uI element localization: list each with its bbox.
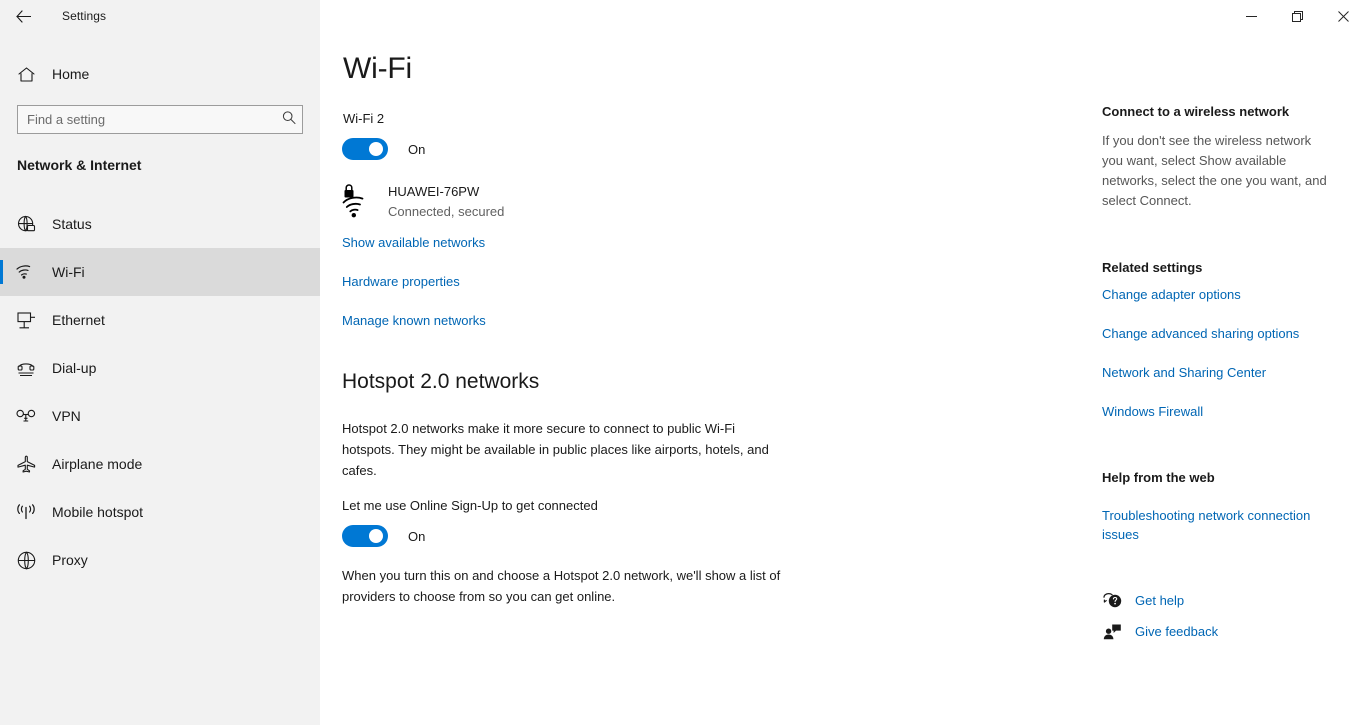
home-icon (15, 64, 37, 84)
toggle-knob (369, 529, 383, 543)
windows-firewall-link[interactable]: Windows Firewall (1102, 404, 1203, 419)
mobile-hotspot-icon (15, 501, 37, 523)
sidebar: Home Network & Internet (0, 0, 320, 725)
title-bar: Settings (0, 0, 1366, 32)
sidebar-item-label: Ethernet (52, 312, 105, 328)
window-controls (1228, 0, 1366, 32)
sidebar-item-label: Dial-up (52, 360, 97, 376)
close-button[interactable] (1320, 0, 1366, 32)
manage-known-networks-link[interactable]: Manage known networks (342, 313, 486, 328)
sidebar-nav-list: Status Wi-Fi Ethernet Dial-up VPN Airpla… (0, 200, 320, 584)
sidebar-item-home[interactable]: Home (0, 58, 320, 90)
sidebar-item-label: VPN (52, 408, 81, 424)
back-button[interactable] (0, 0, 46, 32)
get-help-link[interactable]: Get help (1135, 593, 1184, 608)
status-globe-icon (15, 213, 37, 235)
connect-heading: Connect to a wireless network (1102, 104, 1290, 119)
search-box (17, 105, 303, 134)
online-signup-toggle[interactable] (342, 525, 388, 547)
adapter-label: Wi-Fi 2 (343, 111, 385, 126)
window-title: Settings (62, 9, 107, 23)
connect-description: If you don't see the wireless network yo… (1102, 133, 1327, 208)
sidebar-item-label: Airplane mode (52, 456, 143, 472)
give-feedback-icon (1102, 621, 1122, 641)
get-help-row[interactable]: Get help (1102, 590, 1184, 610)
sidebar-item-status[interactable]: Status (0, 200, 320, 248)
change-advanced-sharing-options-link[interactable]: Change advanced sharing options (1102, 326, 1299, 341)
sidebar-item-label: Proxy (52, 552, 88, 568)
dialup-phone-icon (15, 357, 37, 379)
sidebar-item-vpn[interactable]: VPN (0, 392, 320, 440)
right-rail: Connect to a wireless network If you don… (1100, 0, 1366, 725)
toggle-knob (369, 142, 383, 156)
give-feedback-link[interactable]: Give feedback (1135, 624, 1218, 639)
show-available-networks-link[interactable]: Show available networks (342, 235, 485, 250)
network-and-sharing-center-link[interactable]: Network and Sharing Center (1102, 365, 1266, 380)
change-adapter-options-link[interactable]: Change adapter options (1102, 287, 1241, 302)
sidebar-item-label: Status (52, 216, 92, 232)
vpn-key-icon (15, 405, 37, 427)
connected-network[interactable]: HUAWEI-76PW Connected, secured (342, 183, 504, 221)
minimize-button[interactable] (1228, 0, 1274, 32)
help-from-web-heading: Help from the web (1102, 470, 1215, 485)
sidebar-category-title: Network & Internet (17, 157, 142, 173)
sidebar-item-ethernet[interactable]: Ethernet (0, 296, 320, 344)
wifi-secured-icon (342, 184, 374, 220)
hotspot-description: Hotspot 2.0 networks make it more secure… (342, 421, 769, 478)
online-signup-label: Let me use Online Sign-Up to get connect… (342, 498, 598, 513)
hotspot-note: When you turn this on and choose a Hotsp… (342, 568, 781, 604)
network-text: HUAWEI-76PW Connected, secured (388, 183, 504, 221)
sidebar-item-wifi[interactable]: Wi-Fi (0, 248, 320, 296)
sidebar-item-label: Mobile hotspot (52, 504, 144, 520)
wifi-toggle-state: On (408, 141, 426, 157)
troubleshooting-link[interactable]: Troubleshooting network connection issue… (1102, 506, 1334, 544)
network-status: Connected, secured (388, 204, 505, 219)
ethernet-icon (15, 309, 37, 331)
sidebar-item-dialup[interactable]: Dial-up (0, 344, 320, 392)
related-settings-heading: Related settings (1102, 260, 1203, 275)
maximize-restore-button[interactable] (1274, 0, 1320, 32)
network-name: HUAWEI-76PW (388, 184, 480, 199)
online-signup-toggle-row: On (342, 525, 425, 547)
proxy-globe-icon (15, 549, 37, 571)
page-title: Wi-Fi (343, 52, 412, 85)
settings-window: Settings Home Find a setting Network & I… (0, 0, 1366, 725)
get-help-icon (1102, 590, 1122, 610)
online-signup-toggle-state: On (408, 528, 426, 544)
sidebar-item-proxy[interactable]: Proxy (0, 536, 320, 584)
main-content: Wi-Fi Wi-Fi 2 (320, 0, 1100, 725)
sidebar-item-airplane-mode[interactable]: Airplane mode (0, 440, 320, 488)
wifi-toggle-row: On (342, 138, 425, 160)
search-input[interactable] (17, 105, 303, 134)
sidebar-item-mobile-hotspot[interactable]: Mobile hotspot (0, 488, 320, 536)
hardware-properties-link[interactable]: Hardware properties (342, 274, 460, 289)
wifi-toggle[interactable] (342, 138, 388, 160)
sidebar-item-label: Wi-Fi (52, 264, 85, 280)
wifi-icon (15, 261, 37, 283)
airplane-icon (15, 453, 37, 475)
give-feedback-row[interactable]: Give feedback (1102, 621, 1218, 641)
sidebar-home-label: Home (52, 66, 90, 82)
hotspot-section-heading: Hotspot 2.0 networks (342, 370, 540, 393)
